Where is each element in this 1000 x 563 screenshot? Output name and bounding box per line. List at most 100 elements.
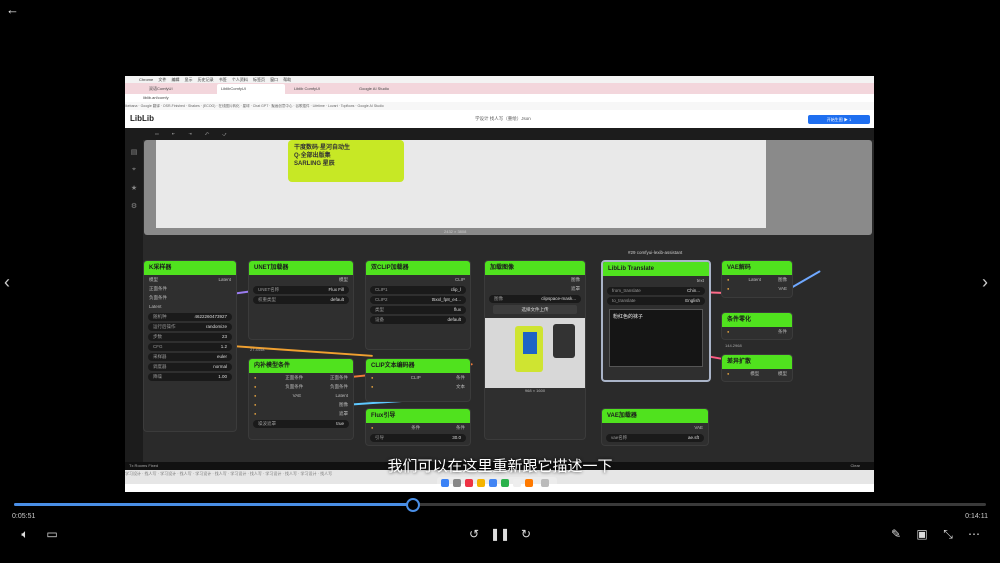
scheduler-field[interactable]: 调度器 normal bbox=[148, 363, 232, 371]
after-run-field[interactable]: 运行后操作 randomize bbox=[148, 323, 232, 331]
node-title: 加载图像 bbox=[490, 265, 515, 271]
address-bar[interactable]: liblib.art/comfy bbox=[125, 94, 874, 102]
node-id: #12 bbox=[343, 261, 351, 266]
pen-icon[interactable]: ✎ bbox=[886, 527, 906, 541]
cfg-field[interactable]: CFG 1.2 bbox=[148, 343, 232, 351]
denoise-field[interactable]: 降噪 1.00 bbox=[148, 373, 232, 381]
node-differential-diffusion[interactable]: 差异扩散 #25 模型 模型 bbox=[721, 354, 793, 382]
input-label: VAE bbox=[292, 393, 302, 398]
from-translate-field[interactable]: from_translate Chin... bbox=[607, 287, 705, 295]
inpaint-note: 27.4448 bbox=[250, 347, 265, 352]
node-id: #21 bbox=[460, 409, 468, 414]
app-icon[interactable] bbox=[513, 479, 521, 487]
finder-icon[interactable] bbox=[441, 479, 449, 487]
weight-type-field[interactable]: 权重类型 default bbox=[253, 296, 349, 304]
star-icon[interactable]: ★ bbox=[129, 184, 139, 194]
node-clip-text-encode[interactable]: CLIP文本编码器 #26 CLIP 条件 文本 bbox=[365, 358, 471, 402]
layers-icon[interactable]: ▤ bbox=[129, 148, 139, 158]
output-label: 图像 bbox=[778, 277, 787, 282]
app-icon[interactable] bbox=[477, 479, 485, 487]
captions-icon[interactable]: ▭ bbox=[42, 527, 62, 541]
upload-file-button[interactable]: 选择文件上传 bbox=[493, 305, 577, 314]
app-icon[interactable] bbox=[465, 479, 473, 487]
node-id: #13 bbox=[782, 313, 790, 318]
output-label: 模型 bbox=[777, 371, 787, 376]
input-label: 条件 bbox=[778, 329, 787, 334]
loaded-image-preview bbox=[485, 318, 585, 388]
launchpad-icon[interactable] bbox=[453, 479, 461, 487]
chrome-icon[interactable] bbox=[489, 479, 497, 487]
clip1-field[interactable]: CLIP1 clip_l bbox=[370, 286, 466, 294]
browser-tab[interactable]: 双语ComfyUI bbox=[145, 84, 205, 94]
browser-tab[interactable]: Google AI Studio bbox=[355, 84, 421, 94]
progress-scrubber[interactable] bbox=[14, 498, 986, 512]
input-label: 模型 bbox=[750, 371, 760, 376]
forward-30-icon[interactable]: ↻ bbox=[516, 527, 536, 541]
more-options-icon[interactable]: ⋯ bbox=[964, 527, 984, 541]
clip-type-field[interactable]: 类型 flux bbox=[370, 306, 466, 314]
to-translate-field[interactable]: to_translate English bbox=[607, 297, 705, 305]
previous-chevron-icon[interactable]: ‹ bbox=[4, 272, 10, 293]
node-flux-guidance[interactable]: Flux引导 #21 条件 条件 引导30.0 bbox=[365, 408, 471, 446]
rewind-10-icon[interactable]: ↺ bbox=[464, 527, 484, 541]
app-icon[interactable] bbox=[525, 479, 533, 487]
progress-handle[interactable] bbox=[405, 498, 420, 512]
node-ksampler[interactable]: K采样器 #3 模型 Latent 正面条件 负面条件 Latent 随机种4622… bbox=[143, 260, 237, 432]
node-liblib-translate[interactable]: LibLib Translate text from_translate Chin… bbox=[601, 260, 711, 382]
clip2-field[interactable]: CLIP2 t5xxl_fp8_e4... bbox=[370, 296, 466, 304]
input-label: 正面条件 bbox=[285, 375, 304, 380]
screen-recording: Chrome 文件 编辑 显示 历史记录 书签 个人资料 标签页 窗口 帮助 双… bbox=[125, 76, 874, 492]
fullscreen-icon[interactable]: ⤡ bbox=[938, 527, 958, 542]
video-subtitle: 我们可以在这里重新跟它描述一下 bbox=[387, 457, 613, 475]
pause-icon[interactable]: ❚❚ bbox=[490, 527, 510, 541]
gear-icon[interactable]: ⚙ bbox=[129, 202, 139, 212]
seed-field[interactable]: 随机种 4622260473927 bbox=[148, 313, 232, 321]
trash-icon[interactable] bbox=[541, 479, 549, 487]
noise-mask-toggle[interactable]: 噪波遮罩 true bbox=[253, 420, 349, 428]
prompt-textarea[interactable]: 粉红色的袜子 bbox=[609, 309, 703, 367]
preview-image: 干度数码·星河自动生 Q·全部出版集 SARLING 星辰 bbox=[156, 140, 766, 228]
node-vae-loader[interactable]: VAE加载器 #14 VAE vae名称ae.sft bbox=[601, 408, 709, 446]
node-conditioning-zero[interactable]: 条件零化 #13 条件 bbox=[721, 312, 793, 340]
image-card-blue bbox=[523, 332, 537, 354]
steps-field[interactable]: 步数 23 bbox=[148, 333, 232, 341]
node-load-image[interactable]: 加载图像 #28 图像 遮罩 图像clipspace-mask... 选择文件上传… bbox=[484, 260, 586, 440]
guidance-field[interactable]: 引导 30.0 bbox=[370, 434, 466, 442]
bookmarks-bar[interactable]: Ikebana · Google 翻译 · OSR-Finished · Sha… bbox=[125, 102, 874, 110]
app-icon[interactable] bbox=[501, 479, 509, 487]
node-unet-loader[interactable]: UNET加载器 #12 模型 UNET名称Flux Fill 权重类型defaul… bbox=[248, 260, 354, 340]
node-id: #26 bbox=[460, 359, 468, 364]
node-canvas[interactable]: 干度数码·星河自动生 Q·全部出版集 SARLING 星辰 2432 × 380… bbox=[143, 140, 874, 462]
back-arrow-icon[interactable]: ← bbox=[6, 2, 20, 17]
input-label: 正面条件 bbox=[149, 286, 167, 291]
volume-icon[interactable]: 🔈︎ bbox=[15, 527, 35, 542]
node-title: VAE加载器 bbox=[607, 413, 637, 419]
image-select-field[interactable]: 图像 clipspace-mask... bbox=[489, 295, 581, 303]
miniplayer-icon[interactable]: ▣ bbox=[912, 527, 932, 541]
liblib-logo[interactable]: LibLib bbox=[130, 114, 154, 123]
device-field[interactable]: 设备 default bbox=[370, 316, 466, 324]
browser-tab-active[interactable]: LiblibComfyUI bbox=[217, 84, 285, 94]
node-title: K采样器 bbox=[149, 265, 172, 271]
mac-menu-bar: Chrome 文件 编辑 显示 历史记录 书签 个人资料 标签页 窗口 帮助 bbox=[125, 76, 874, 83]
run-button[interactable]: 开始生图 ▶ 1 bbox=[808, 115, 870, 124]
node-title: 差异扩散 bbox=[727, 359, 752, 365]
mac-dock bbox=[437, 477, 557, 489]
node-vae-decode[interactable]: VAE解码 #8 Latent 图像 VAE bbox=[721, 260, 793, 298]
sampler-field[interactable]: 采样器 euler bbox=[148, 353, 232, 361]
graph-icon[interactable]: ⌖ bbox=[129, 166, 139, 176]
menu-items: Chrome 文件 编辑 显示 历史记录 书签 个人资料 标签页 窗口 帮助 bbox=[139, 77, 292, 82]
output-label: 条件 bbox=[456, 375, 465, 380]
workflow-toolbar: ▭ ⇤ ⇥ ⤺ ⤻ bbox=[125, 128, 874, 140]
browser-tab[interactable]: Liblib ComfyUI bbox=[290, 84, 356, 94]
unet-name-field[interactable]: UNET名称 Flux Fill bbox=[253, 286, 349, 294]
input-label: 负面条件 bbox=[285, 384, 304, 389]
input-label: CLIP bbox=[410, 375, 421, 380]
node-title: Flux引导 bbox=[371, 413, 396, 419]
next-chevron-icon[interactable]: › bbox=[982, 272, 988, 293]
node-dual-clip-loader[interactable]: 双CLIP加载器 #11 CLIP CLIP1clip_l CLIP2t5xxl_… bbox=[365, 260, 471, 350]
vae-name-field[interactable]: vae名称 ae.sft bbox=[606, 434, 704, 442]
node-inpaint-model-conditioning[interactable]: 内补模型条件 #18 正面条件 正面条件 负面条件 负面条件 VAE Latent 图像… bbox=[248, 358, 354, 440]
toolbar-icons[interactable]: ▭ ⇤ ⇥ ⤺ ⤻ bbox=[125, 131, 232, 136]
input-label: 文本 bbox=[456, 384, 465, 389]
